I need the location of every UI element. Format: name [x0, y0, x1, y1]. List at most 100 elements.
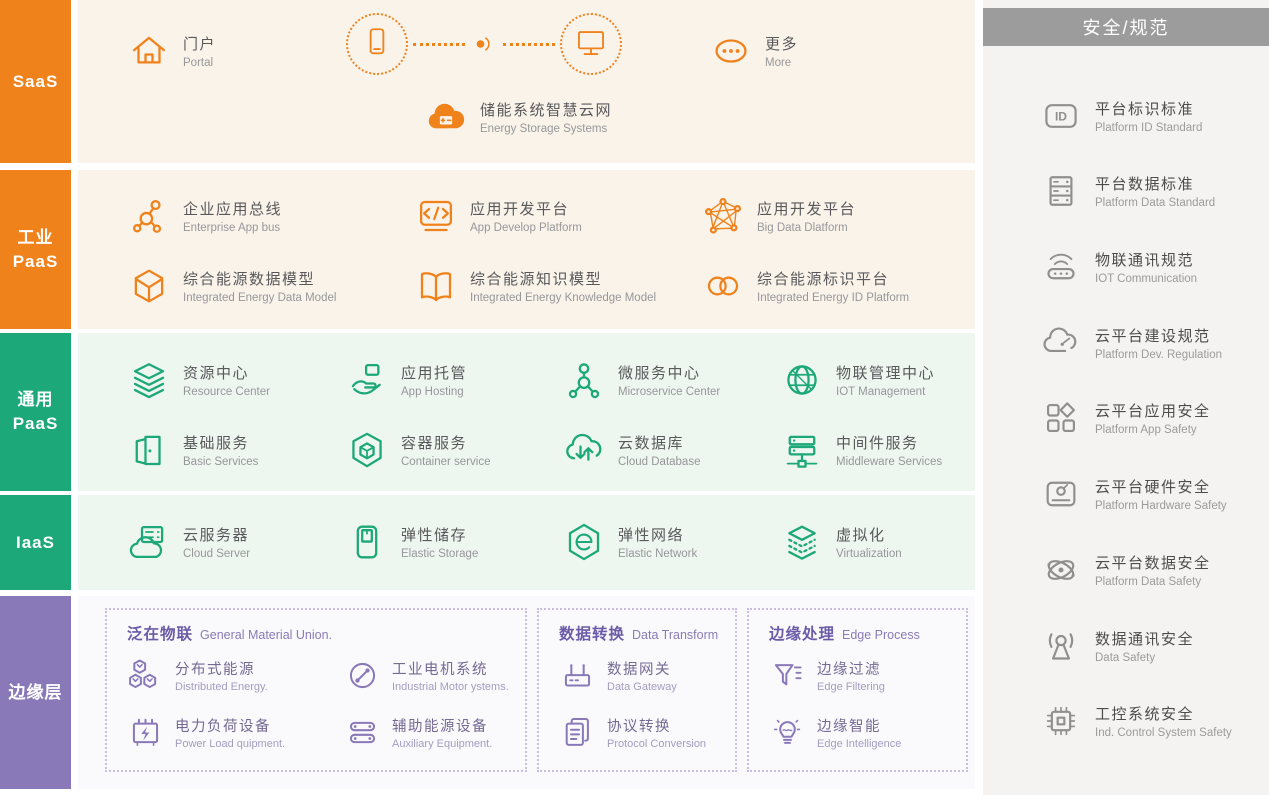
door-icon: [128, 429, 170, 471]
item-label-en: Platform Hardware Safety: [1095, 500, 1227, 512]
edge-group-items: 边缘过滤Edge Filtering边缘智能Edge Intelligence: [749, 657, 966, 751]
item-microservice-center: 微服务中心Microservice Center: [563, 359, 781, 401]
item-label-zh: 门户: [183, 33, 216, 54]
cube-icon: [128, 265, 170, 307]
edge-group-title-zh: 泛在物联: [127, 626, 193, 643]
item-virtualization: 虚拟化Virtualization: [781, 521, 975, 563]
layer-grid-iaas: 云服务器Cloud Server弹性储存Elastic Storage弹性网络E…: [78, 495, 975, 563]
item-more: 更多More: [710, 30, 798, 72]
cloud-db-icon: [563, 429, 605, 471]
rail-label-line: PaaS: [13, 412, 59, 436]
item-label-en: Cloud Server: [183, 548, 250, 560]
item-label-en: Elastic Storage: [401, 548, 478, 560]
item-label-zh: 弹性网络: [618, 524, 697, 545]
smartphone-icon: [360, 25, 394, 64]
server-stack-icon: [1041, 171, 1081, 211]
rail-label-4: 边缘层: [0, 596, 71, 789]
device-link-connector: [346, 13, 622, 75]
hdd-icon: [1041, 474, 1081, 514]
item-auxiliary-equipment: 辅助能源设备Auxiliary Equipment.: [344, 714, 525, 751]
main-panels: 门户Portal储能系统智慧云网Energy Storage Systems更多…: [78, 0, 975, 795]
item-elastic-network: 弹性网络 Elastic Network: [563, 521, 781, 563]
item-label-en: Power Load quipment.: [175, 738, 285, 750]
dotted-line: [503, 43, 555, 46]
dotted-circle: [560, 13, 622, 75]
network-graph-icon: [702, 195, 744, 237]
edge-group-title-en: Data Transform: [632, 628, 718, 642]
item-label-zh: 协议转换: [607, 715, 706, 736]
item-label-zh: 综合能源数据模型: [183, 268, 336, 289]
edge-group-ubiquitous-iot: 泛在物联General Material Union.分布式能源Distribu…: [105, 608, 527, 772]
item-label-zh: 容器服务: [401, 432, 490, 453]
rail-label-line: 边缘层: [9, 681, 63, 705]
item-platform-dev-regulation: 云平台建设规范Platform Dev. Regulation: [1041, 323, 1269, 363]
item-cloud-database: 云数据库Cloud Database: [563, 429, 781, 471]
layer-grid-general-paas: 资源中心 Resource Center 应用托管App Hosting微服务中心M…: [78, 333, 975, 471]
edge-group-items: 数据网关Data Gateway 协议转换 Protocol Conversion: [539, 657, 735, 751]
rail-label-line: 通用: [18, 388, 54, 412]
layer-row-saas: 门户Portal储能系统智慧云网Energy Storage Systems更多…: [78, 0, 975, 163]
item-basic-services: 基础服务Basic Services: [128, 429, 346, 471]
item-label-en: Portal: [183, 57, 216, 69]
globe-icon: [781, 359, 823, 401]
sidebar-title: 安全/规范: [983, 8, 1269, 46]
item-label-zh: 工业电机系统: [392, 658, 509, 679]
hexagons-icon: [127, 657, 164, 694]
item-iot-management: 物联管理中心IOT Management: [781, 359, 975, 401]
item-app-hosting: 应用托管App Hosting: [346, 359, 563, 401]
item-edge-intelligence: 边缘智能Edge Intelligence: [769, 714, 966, 751]
item-label-en: Protocol Conversion: [607, 738, 706, 750]
item-power-load-equipment: 电力负荷设备Power Load quipment.: [127, 714, 344, 751]
rail-label-line: SaaS: [13, 70, 59, 94]
item-platform-hardware-safety: 云平台硬件安全 Platform Hardware Safety: [1041, 474, 1269, 514]
item-middleware-services: 中间件服务Middleware Services: [781, 429, 975, 471]
item-label-en: Container service: [401, 456, 490, 468]
rail-label-line: IaaS: [16, 531, 55, 555]
atom-icon: [1041, 550, 1081, 590]
item-big-data-platform: 应用开发平台Big Data Dlatform: [702, 195, 975, 237]
svg-text:ID: ID: [1055, 109, 1067, 123]
item-label-zh: 边缘智能: [817, 715, 901, 736]
item-integrated-energy-knowledge-model: 综合能源知识模型Integrated Energy Knowledge Mode…: [415, 265, 702, 307]
middleware-icon: [781, 429, 823, 471]
item-label-en: Resource Center: [183, 386, 270, 398]
rail-label-3: IaaS: [0, 495, 71, 590]
item-app-develop-platform: 应用开发平台App Develop Platform: [415, 195, 702, 237]
iot-router-icon: [1041, 247, 1081, 287]
rail-label-1: 工业PaaS: [0, 170, 71, 329]
item-label-zh: 综合能源标识平台: [757, 268, 909, 289]
item-label-zh: 工控系统安全: [1095, 703, 1232, 724]
item-enterprise-app-bus: 企业应用总线Enterprise App bus: [128, 195, 415, 237]
item-data-gateway: 数据网关Data Gateway: [559, 657, 735, 694]
hand-app-icon: [346, 359, 388, 401]
edge-group-title-en: Edge Process: [842, 628, 920, 642]
dotted-circle: [346, 13, 408, 75]
capsules-icon: [344, 714, 381, 751]
layer-grid-industrial-paas: 企业应用总线Enterprise App bus应用开发平台App Develo…: [78, 170, 975, 307]
item-label-en: Elastic Network: [618, 548, 697, 560]
item-label-en: Cloud Database: [618, 456, 700, 468]
item-label-zh: 应用开发平台: [470, 198, 582, 219]
sidebar-items: ID平台标识标准Platform ID Standard平台数据标准Platfo…: [983, 46, 1269, 795]
item-label-en: More: [765, 57, 798, 69]
item-label-zh: 综合能源知识模型: [470, 268, 656, 289]
item-label-en: Enterprise App bus: [183, 222, 282, 234]
layer-row-industrial-paas: 企业应用总线Enterprise App bus应用开发平台App Develo…: [78, 170, 975, 329]
item-label-zh: 物联通讯规范: [1095, 249, 1197, 270]
item-platform-app-safety: 云平台应用安全Platform App Safety: [1041, 398, 1269, 438]
item-label-en: IOT Management: [836, 386, 935, 398]
item-ind-control-system-safety: 工控系统安全Ind. Control System Safety: [1041, 701, 1269, 741]
item-label-zh: 分布式能源: [175, 658, 268, 679]
item-label-en: Auxiliary Equipment.: [392, 738, 492, 750]
layer-row-general-paas: 资源中心 Resource Center 应用托管App Hosting微服务中心M…: [78, 333, 975, 491]
link-node-icon: [470, 30, 498, 58]
item-label-zh: 资源中心: [183, 362, 270, 383]
item-label-en: Virtualization: [836, 548, 902, 560]
item-label-en: Platform Data Safety: [1095, 576, 1211, 588]
cloud-battery-icon: [425, 96, 467, 138]
item-label-en: Energy Storage Systems: [480, 123, 612, 135]
virtualization-icon: [781, 521, 823, 563]
rail-label-line: PaaS: [13, 250, 59, 274]
item-platform-data-standard: 平台数据标准Platform Data Standard: [1041, 171, 1269, 211]
item-label-zh: 云平台硬件安全: [1095, 476, 1227, 497]
